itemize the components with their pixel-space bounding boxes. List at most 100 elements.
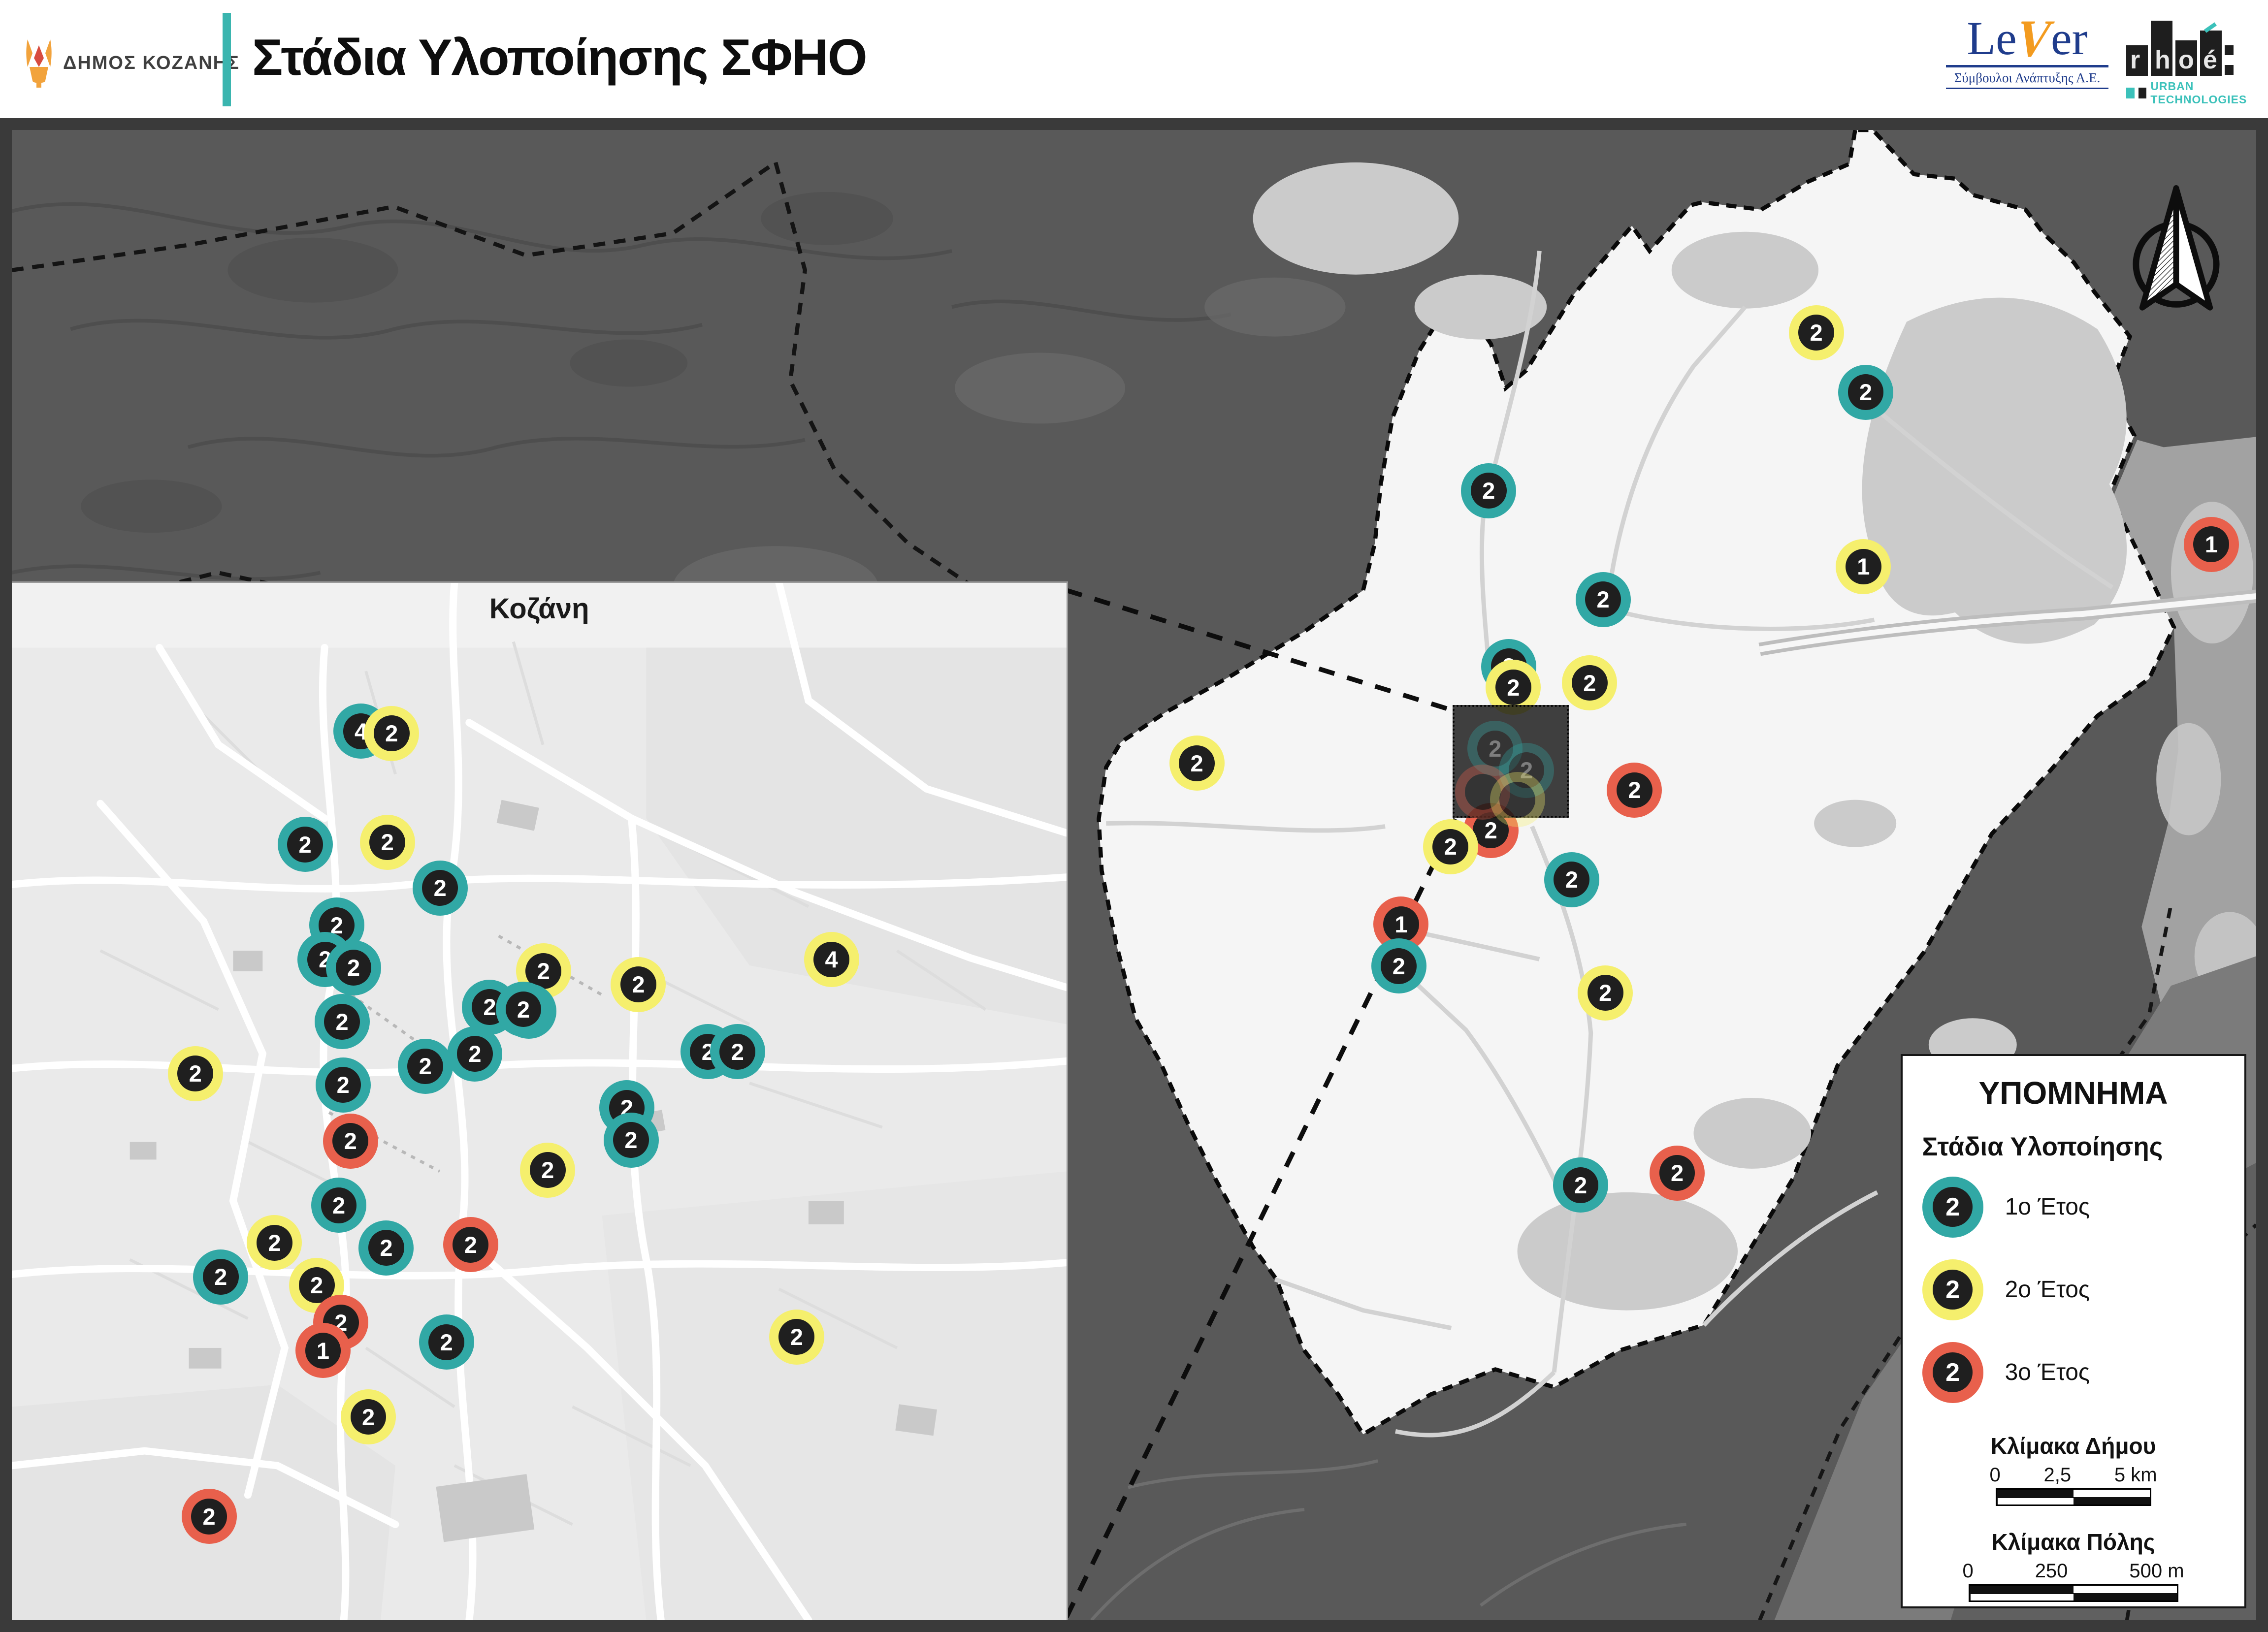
marker-value: 2	[325, 1067, 361, 1103]
marker-value: 2	[530, 1152, 566, 1188]
map-marker: 1	[1836, 539, 1891, 594]
marker-value: 2	[1848, 374, 1884, 410]
inset-map-marker: 2	[193, 1249, 248, 1305]
map-marker: 2	[1423, 819, 1478, 874]
scale-tick-label: 0	[1990, 1464, 2001, 1486]
header-divider-bar	[223, 13, 231, 106]
marker-value: 2	[368, 1230, 404, 1266]
municipality-name: ΔΗΜΟΣ ΚΟΖΑΝΗΣ	[63, 53, 240, 74]
legend-marker-icon: 2	[1922, 1342, 1983, 1403]
marker-value: 2	[1554, 862, 1589, 897]
map-marker: 2	[1789, 305, 1844, 360]
marker-value: 2	[778, 1319, 814, 1355]
marker-value: 2	[336, 950, 372, 986]
marker-value: 2	[613, 1122, 649, 1158]
marker-value: 2	[1471, 473, 1507, 509]
city-scale-ticks: 0250500 m	[1963, 1560, 2184, 1582]
city-scale-title: Κλίμακα Πόλης	[1922, 1529, 2225, 1555]
lever-logo: LeVer Σύμβουλοι Ανάπτυξης Α.Ε.	[1946, 15, 2108, 89]
marker-value: 2	[506, 992, 542, 1027]
inset-map-marker: 2	[364, 706, 419, 761]
inset-map-marker: 2	[604, 1113, 659, 1168]
marker-value: 2	[191, 1499, 227, 1535]
inset-map-marker: 1	[295, 1323, 351, 1378]
main-map: Κοζάνη 422222222422222222222222222222221…	[12, 130, 2256, 1620]
marker-value	[1499, 782, 1535, 818]
legend-item-label: 1ο Έτος	[2005, 1193, 2090, 1220]
marker-value: 1	[1846, 549, 1881, 585]
inset-map-marker: 2	[413, 861, 468, 916]
marker-value: 1	[2193, 526, 2229, 562]
legend-marker-icon: 2	[1922, 1177, 1983, 1238]
marker-value: 2	[1495, 670, 1531, 705]
legend-subtitle: Στάδια Υλοποίησης	[1922, 1132, 2225, 1162]
municipal-scale-bar	[1996, 1488, 2151, 1506]
extent-dimmed-marker	[1490, 772, 1545, 827]
marker-value: 2	[332, 1123, 368, 1159]
marker-value: 2	[321, 1187, 357, 1223]
inset-map-marker: 2	[247, 1215, 302, 1270]
inset-map-marker: 2	[520, 1143, 575, 1198]
inset-map-marker: 2	[168, 1046, 223, 1101]
marker-value: 1	[305, 1333, 341, 1369]
marker-value: 2	[1179, 745, 1215, 781]
header: ΔΗΜΟΣ ΚΟΖΑΝΗΣ Στάδια Υλοποίησης ΣΦΗΟ LeV…	[0, 0, 2268, 118]
rhoe-subtitle: URBAN TECHNOLOGIES	[2150, 80, 2259, 106]
marker-value: 2	[324, 1004, 360, 1040]
marker-value: 2	[1933, 1270, 1973, 1310]
inset-map-marker: 2	[182, 1489, 237, 1544]
map-marker: 2	[1169, 736, 1225, 791]
marker-value: 2	[374, 715, 410, 751]
rhoe-teal-square	[2126, 88, 2135, 98]
marker-value: 2	[369, 825, 405, 861]
marker-value: 2	[1588, 975, 1623, 1011]
inset-map-marker: 2	[311, 1178, 366, 1233]
extent-indicator-square: 22	[1453, 705, 1569, 818]
marker-value: 2	[1933, 1352, 1973, 1392]
scale-tick-label: 5 km	[2114, 1464, 2157, 1486]
marker-value: 2	[620, 966, 656, 1002]
inset-map-marker: 2	[447, 1026, 502, 1082]
marker-value: 2	[407, 1049, 443, 1085]
north-arrow-icon	[2123, 181, 2229, 323]
map-marker: 2	[1553, 1157, 1608, 1213]
municipality-logo-block: ΔΗΜΟΣ ΚΟΖΑΝΗΣ	[24, 38, 240, 88]
rhoe-logo: r h o é URBAN TECHNOLOGIES	[2126, 17, 2259, 106]
inset-city-map: Κοζάνη 422222222422222222222222222222221…	[12, 581, 1068, 1620]
legend-item-label: 2ο Έτος	[2005, 1276, 2090, 1303]
marker-value: 2	[1617, 772, 1652, 808]
marker-value: 2	[287, 827, 323, 863]
marker-value: 2	[719, 1034, 755, 1070]
legend-box: ΥΠΟΜΝΗΜΑ Στάδια Υλοποίησης 2 1ο Έτος 2 2ο Έ…	[1901, 1054, 2246, 1608]
page-title: Στάδια Υλοποίησης ΣΦΗΟ	[252, 29, 867, 87]
inset-map-marker: 2	[611, 957, 666, 1012]
inset-map-marker: 2	[358, 1220, 414, 1276]
marker-value: 2	[1798, 315, 1834, 351]
inset-map-marker: 4	[804, 932, 859, 987]
marker-value: 2	[1659, 1155, 1695, 1191]
rhoe-dark-square	[2138, 88, 2147, 98]
inset-title: Κοζάνη	[489, 592, 589, 625]
municipal-scale-ticks: 02,55 km	[1990, 1464, 2157, 1486]
inset-map-marker: 2	[443, 1217, 498, 1272]
inset-map-marker: 2	[398, 1039, 453, 1094]
map-marker: 2	[1578, 965, 1633, 1021]
city-scale-bar	[1969, 1584, 2178, 1602]
map-layout-page: ΔΗΜΟΣ ΚΟΖΑΝΗΣ Στάδια Υλοποίησης ΣΦΗΟ LeV…	[0, 0, 2268, 1632]
map-frame: Κοζάνη 422222222422222222222222222222221…	[0, 118, 2268, 1632]
marker-value: 2	[257, 1225, 292, 1261]
inset-map-marker: 2	[315, 994, 370, 1049]
scale-tick-label: 250	[2035, 1560, 2068, 1582]
map-marker: 2	[1461, 463, 1516, 518]
legend-title: ΥΠΟΜΝΗΜΑ	[1922, 1075, 2225, 1111]
marker-value: 2	[1563, 1167, 1599, 1203]
kozani-crown-icon	[24, 38, 54, 88]
marker-value: 4	[813, 942, 849, 978]
inset-map-marker: 2	[323, 1114, 378, 1169]
marker-value: 2	[457, 1036, 493, 1072]
marker-value: 2	[203, 1259, 239, 1295]
legend-item: 2 2ο Έτος	[1922, 1259, 2225, 1320]
scale-tick-label: 0	[1963, 1560, 1974, 1582]
inset-map-marker: 2	[769, 1310, 824, 1365]
inset-map-marker: 2	[710, 1024, 765, 1079]
